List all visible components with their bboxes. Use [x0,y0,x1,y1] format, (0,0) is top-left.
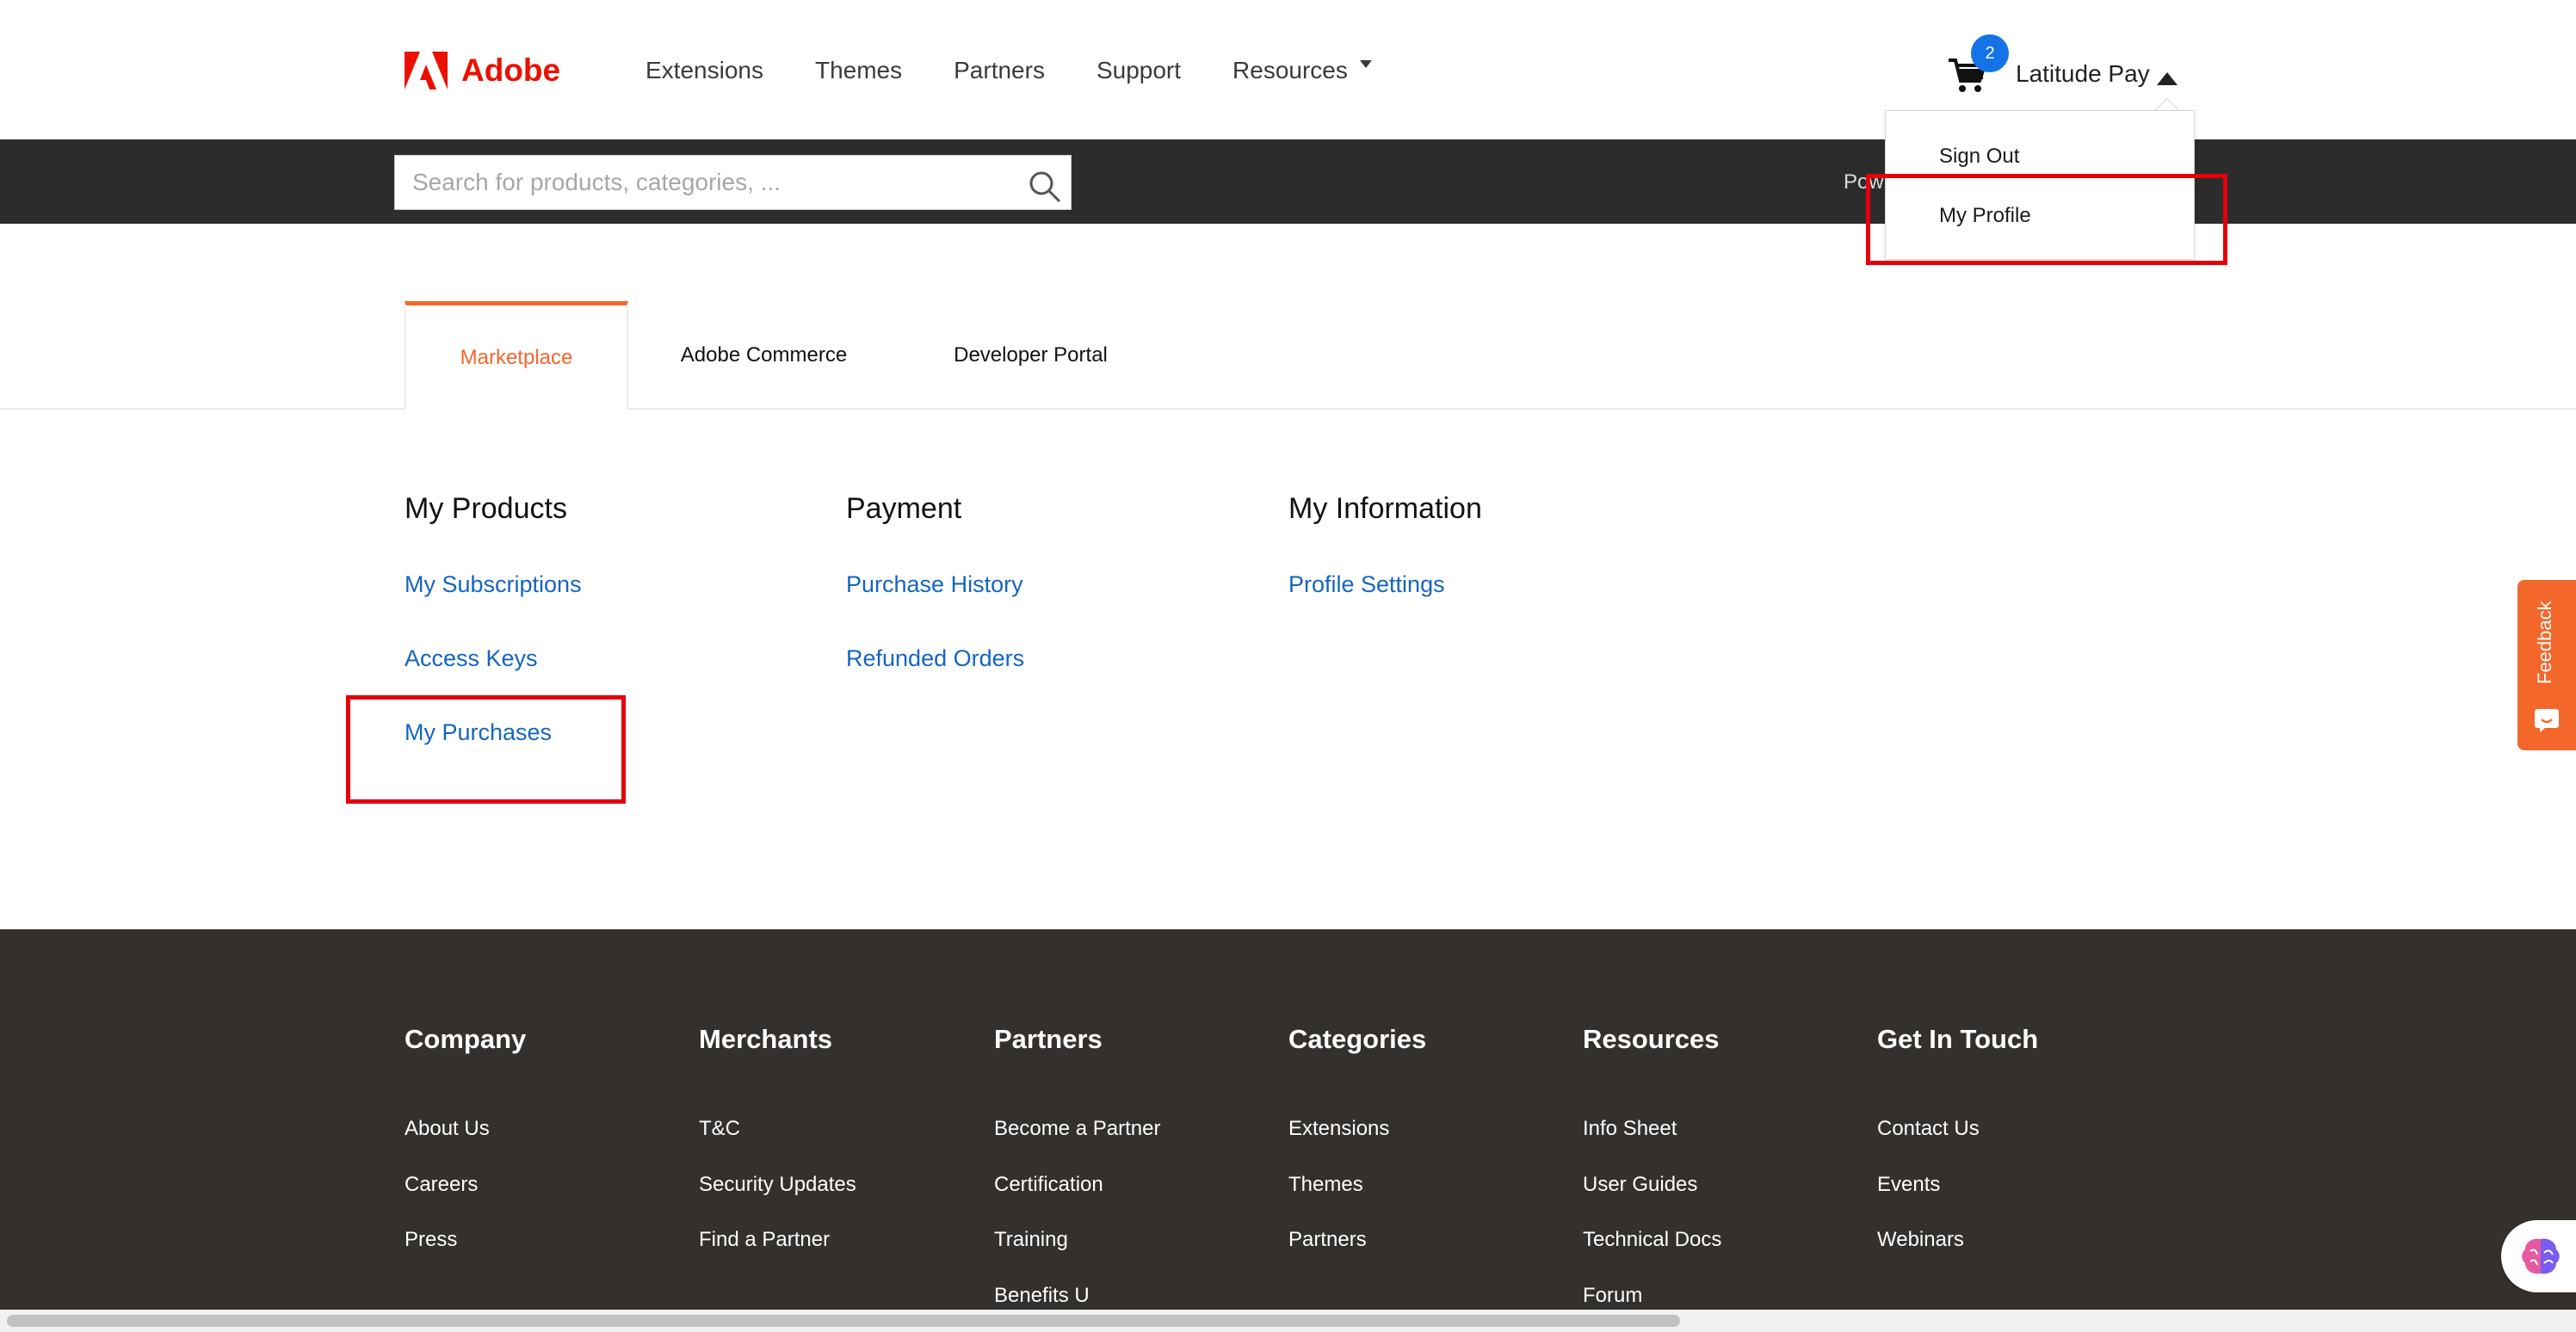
footer-link-extensions[interactable]: Extensions [1288,1117,1389,1141]
caret-up-icon[interactable] [2157,72,2178,85]
footer-link-about-us[interactable]: About Us [405,1117,490,1141]
nav-support[interactable]: Support [1096,53,1181,88]
nav-themes[interactable]: Themes [815,53,902,88]
highlight-box-my-purchases [346,695,626,804]
link-profile-settings[interactable]: Profile Settings [1288,571,1445,598]
footer-title-resources: Resources [1583,1024,1720,1054]
footer-title-company: Company [405,1024,527,1054]
tab-developer-portal[interactable]: Developer Portal [930,301,1132,410]
footer-link-user-guides[interactable]: User Guides [1583,1173,1697,1197]
cart-count-badge: 2 [1971,34,2009,72]
footer-link-become-a-partner[interactable]: Become a Partner [994,1117,1160,1141]
search-box [394,155,1072,210]
footer-link-partners[interactable]: Partners [1288,1228,1367,1252]
nav-resources-label: Resources [1232,57,1348,83]
footer-link-security-updates[interactable]: Security Updates [699,1173,856,1197]
menu-item-sign-out[interactable]: Sign Out [1939,145,2019,169]
caret-down-icon [1359,60,1372,68]
portal-tabs: Marketplace Adobe Commerce Developer Por… [0,301,2576,410]
adobe-logo-icon [405,52,448,89]
section-title-my-products: My Products [405,492,567,525]
link-access-keys[interactable]: Access Keys [405,645,538,672]
footer-link-tc[interactable]: T&C [699,1117,740,1141]
tab-marketplace[interactable]: Marketplace [405,301,628,410]
brain-icon [2522,1238,2560,1274]
feedback-tab[interactable]: Feedback [2517,580,2576,750]
footer-link-careers[interactable]: Careers [405,1173,478,1197]
footer-link-events[interactable]: Events [1877,1173,1940,1197]
footer-title-get-in-touch: Get In Touch [1877,1024,2039,1054]
section-title-payment: Payment [846,492,962,525]
footer-link-press[interactable]: Press [405,1228,457,1252]
nav-extensions[interactable]: Extensions [646,53,763,88]
nav-partners[interactable]: Partners [954,53,1045,88]
footer-link-forum[interactable]: Forum [1583,1284,1642,1308]
nav-resources[interactable]: Resources [1232,53,1372,88]
footer-link-webinars[interactable]: Webinars [1877,1228,1964,1252]
horizontal-scrollbar[interactable] [0,1310,2576,1332]
smiley-icon [2535,709,2559,732]
section-title-my-information: My Information [1288,492,1482,525]
feedback-label: Feedback [2534,601,2555,685]
footer-link-info-sheet[interactable]: Info Sheet [1583,1117,1677,1141]
link-purchase-history[interactable]: Purchase History [846,571,1023,598]
footer-link-training[interactable]: Training [994,1228,1068,1252]
user-menu-name[interactable]: Latitude Pay [2016,60,2150,88]
footer-link-technical-docs[interactable]: Technical Docs [1583,1228,1721,1252]
footer-link-contact-us[interactable]: Contact Us [1877,1117,1980,1141]
brand-name: Adobe [461,52,561,88]
link-refunded-orders[interactable]: Refunded Orders [846,645,1024,672]
scrollbar-thumb[interactable] [7,1315,1680,1327]
footer-title-merchants: Merchants [699,1024,833,1054]
search-input[interactable] [395,156,1015,209]
highlight-box-my-profile [1866,174,2227,265]
tab-adobe-commerce[interactable]: Adobe Commerce [646,301,882,410]
footer-link-certification[interactable]: Certification [994,1173,1103,1197]
link-my-subscriptions[interactable]: My Subscriptions [405,571,582,598]
footer-link-themes[interactable]: Themes [1288,1173,1363,1197]
footer-link-benefits-u[interactable]: Benefits U [994,1284,1090,1308]
tabs-divider [0,408,2576,410]
page-footer: Company About Us Careers Press Merchants… [0,929,2576,1332]
adobe-logo[interactable]: Adobe [405,50,560,91]
footer-title-categories: Categories [1288,1024,1427,1054]
footer-title-partners: Partners [994,1024,1103,1054]
footer-link-find-a-partner[interactable]: Find a Partner [699,1228,830,1252]
search-icon[interactable] [1028,170,1062,204]
main-nav: Extensions Themes Partners Support Resou… [646,53,1424,88]
assistant-button[interactable] [2501,1220,2576,1292]
